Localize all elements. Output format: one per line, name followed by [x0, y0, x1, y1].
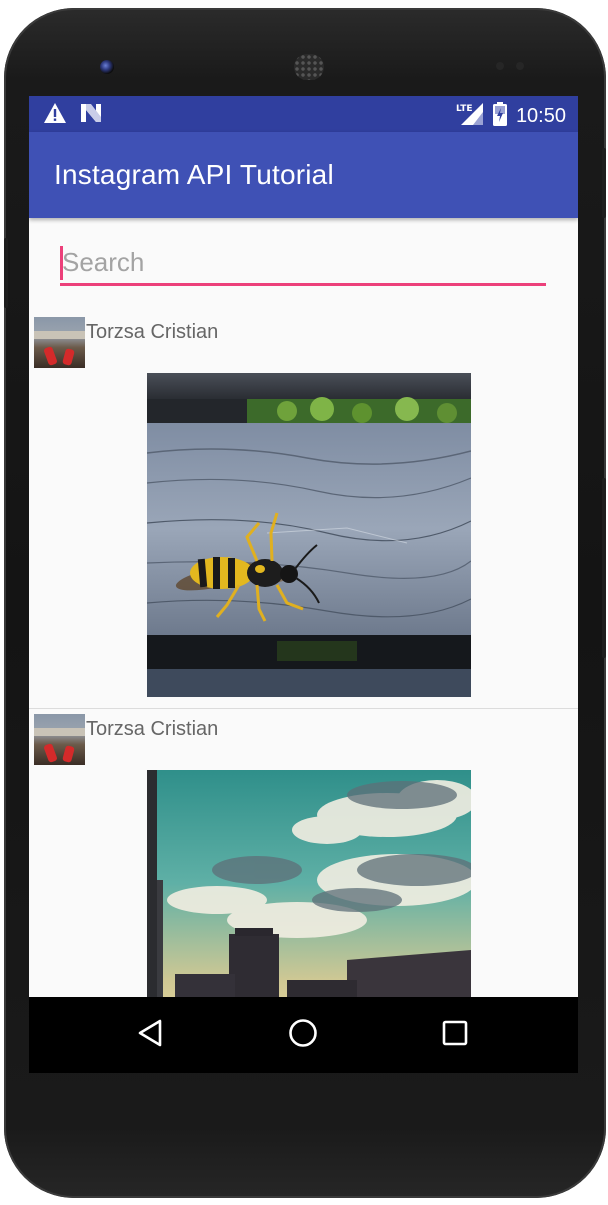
- status-bar: LTE 10:50: [29, 96, 578, 132]
- user-avatar[interactable]: [34, 317, 85, 368]
- back-button[interactable]: [129, 1013, 173, 1057]
- back-icon: [136, 1018, 166, 1052]
- proximity-sensor: [496, 62, 504, 70]
- warning-icon: [43, 102, 67, 128]
- n-notification-icon: [79, 102, 103, 128]
- search-input[interactable]: [60, 242, 546, 286]
- side-button: [602, 478, 606, 658]
- lte-signal-icon: LTE: [456, 102, 484, 130]
- navigation-bar: [29, 997, 578, 1073]
- clock-time: 10:50: [515, 105, 566, 127]
- earpiece-speaker: [294, 54, 324, 80]
- battery-icon: [492, 101, 508, 131]
- recents-icon: [440, 1018, 470, 1052]
- front-camera: [100, 60, 114, 74]
- feed-item[interactable]: Torzsa Cristian: [29, 316, 578, 708]
- text-cursor: [60, 246, 63, 280]
- app-title: Instagram API Tutorial: [54, 159, 334, 190]
- light-sensor: [516, 62, 524, 70]
- device-screen: LTE 10:50 Instagram API Tutorial Search …: [29, 96, 578, 1073]
- power-button: [602, 148, 606, 218]
- username[interactable]: Torzsa Cristian: [86, 718, 218, 741]
- post-image-wasp[interactable]: [147, 373, 471, 697]
- user-avatar[interactable]: [34, 714, 85, 765]
- volume-button: [4, 238, 8, 308]
- home-icon: [288, 1018, 318, 1052]
- app-toolbar: Instagram API Tutorial: [29, 132, 578, 218]
- recents-button[interactable]: [433, 1013, 477, 1057]
- username[interactable]: Torzsa Cristian: [86, 321, 218, 344]
- search-field: [60, 242, 546, 288]
- home-button[interactable]: [281, 1013, 325, 1057]
- lte-label: LTE: [456, 104, 473, 114]
- feed-divider: [29, 708, 578, 709]
